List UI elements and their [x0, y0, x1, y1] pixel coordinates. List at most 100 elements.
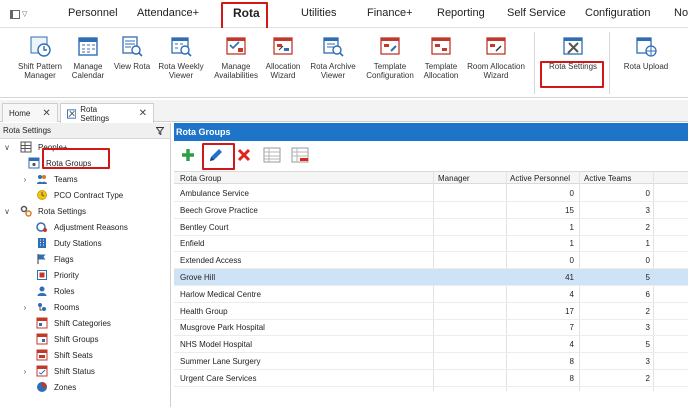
collapse-icon[interactable]: ∨	[2, 143, 12, 152]
tree-label: Rota Settings	[38, 206, 87, 216]
ribbon-label: Manage Availabilities	[214, 62, 258, 80]
rota-groups-icon	[28, 157, 40, 169]
view-rota-button[interactable]: View Rota	[112, 34, 152, 71]
tree-label: PCO Contract Type	[54, 190, 124, 200]
tree-label: Rooms	[54, 302, 80, 312]
table-row[interactable]: Urgent Care Services 8 2	[174, 370, 688, 387]
tree-node-roles[interactable]: Roles	[36, 283, 74, 299]
cell-active-teams: 3	[645, 205, 650, 215]
cell-rota-group: Bentley Court	[180, 222, 229, 232]
ribbon: Shift Pattern Manager Manage Calendar Vi…	[0, 28, 688, 98]
tree-node-shift-groups[interactable]: Shift Groups	[36, 331, 98, 347]
column-header-active-personnel[interactable]: Active Personnel	[510, 174, 570, 183]
menu-finance-plus[interactable]: Finance+	[367, 7, 413, 19]
ribbon-label: Rota Weekly Viewer	[158, 62, 204, 80]
close-icon[interactable]: ✕	[42, 108, 50, 119]
cell-active-personnel: 4	[569, 340, 574, 350]
remove-row-button[interactable]	[290, 145, 310, 165]
menu-attendance-plus[interactable]: Attendance+	[137, 7, 199, 19]
rota-weekly-viewer-button[interactable]: Rota Weekly Viewer	[155, 34, 207, 80]
delete-button[interactable]	[234, 145, 254, 165]
tree-node-shift-status[interactable]: › Shift Status	[20, 363, 95, 379]
tree-node-pco-contract-type[interactable]: PCO Contract Type	[36, 187, 123, 203]
roles-icon	[37, 286, 47, 296]
cell-rota-group: Urgent Care Services	[180, 373, 257, 383]
expand-icon[interactable]: ›	[20, 367, 30, 376]
cell-rota-group: Extended Access	[180, 256, 242, 266]
tree-label: Adjustment Reasons	[54, 222, 128, 232]
tree-node-shift-categories[interactable]: Shift Categories	[36, 315, 111, 331]
table-row[interactable]: Enfield 1 1	[174, 235, 688, 253]
template-configuration-button[interactable]: Template Configuration	[364, 34, 416, 80]
ribbon-separator	[534, 32, 535, 94]
table-row[interactable]: Musgrove Park Hospital 7 3	[174, 319, 688, 337]
column-header-active-teams[interactable]: Active Teams	[584, 174, 631, 183]
cell-rota-group: Ambulance Service	[180, 189, 249, 198]
table-row[interactable]: Ambulance Service 0 0	[174, 185, 688, 202]
menu-configuration[interactable]: Configuration	[585, 7, 650, 19]
dropdown-caret-icon[interactable]: ▽	[22, 10, 27, 18]
delete-x-icon	[237, 148, 251, 162]
close-icon[interactable]: ✕	[139, 108, 147, 119]
cell-active-teams: 3	[645, 323, 650, 333]
menu-notifications[interactable]: Not	[674, 7, 688, 19]
grid-options-button[interactable]	[262, 145, 282, 165]
filter-icon[interactable]	[156, 126, 164, 135]
table-row[interactable]: Bentley Court 1 2	[174, 219, 688, 236]
cell-active-teams: 6	[645, 289, 650, 299]
tree-node-adjustment-reasons[interactable]: Adjustment Reasons	[36, 219, 128, 235]
tab-home[interactable]: Home ✕	[2, 103, 58, 122]
tree-node-priority[interactable]: Priority	[36, 267, 79, 283]
cell-active-teams: 2	[645, 222, 650, 232]
expand-icon[interactable]: ›	[20, 175, 30, 184]
add-button[interactable]	[178, 145, 198, 165]
tree-node-teams[interactable]: › Teams	[20, 171, 78, 187]
rota-upload-button[interactable]: Rota Upload	[618, 34, 674, 71]
edit-button-highlight	[202, 143, 235, 170]
table-row[interactable]: Summer Lane Surgery 8 3	[174, 353, 688, 370]
tree-node-flags[interactable]: Flags	[36, 251, 74, 267]
cell-active-teams: 1	[645, 239, 650, 249]
tree-node-rooms[interactable]: › Rooms	[20, 299, 80, 315]
table-row[interactable]: Harlow Medical Centre 4 6	[174, 286, 688, 303]
tree-node-duty-stations[interactable]: Duty Stations	[36, 235, 102, 251]
plus-icon	[182, 149, 194, 161]
table-row[interactable]: Beech Grove Practice 15 3	[174, 202, 688, 219]
rota-groups-highlight	[42, 148, 110, 169]
menu-utilities[interactable]: Utilities	[301, 7, 336, 19]
rota-archive-viewer-button[interactable]: Rota Archive Viewer	[306, 34, 360, 80]
table-row[interactable]: Extended Access 0 0	[174, 252, 688, 270]
tree-label: Shift Categories	[54, 318, 111, 328]
cell-rota-group: NHS Model Hospital	[180, 340, 253, 350]
tree-node-shift-seats[interactable]: Shift Seats	[36, 347, 93, 363]
rota-menu-highlight	[221, 2, 268, 31]
expand-icon[interactable]: ›	[20, 303, 30, 312]
allocation-wizard-button[interactable]: Allocation Wizard	[263, 34, 303, 80]
ribbon-label: Template Allocation	[423, 62, 459, 80]
room-allocation-wizard-button[interactable]: Room Allocation Wizard	[464, 34, 528, 80]
tab-rota-settings[interactable]: Rota Settings ✕	[60, 103, 154, 123]
quick-access-toolbar[interactable]: ▽	[10, 8, 32, 20]
menu-personnel[interactable]: Personnel	[68, 7, 118, 19]
template-allocation-button[interactable]: Template Allocation	[421, 34, 461, 80]
manage-calendar-button[interactable]: Manage Calendar	[68, 34, 108, 80]
panel-toggle-icon[interactable]	[10, 9, 20, 19]
manage-availabilities-button[interactable]: Manage Availabilities	[210, 34, 262, 80]
column-header-manager[interactable]: Manager	[438, 174, 470, 183]
rota-settings-tab-icon	[67, 108, 77, 119]
column-header-rota-group[interactable]: Rota Group	[180, 174, 221, 183]
tree-node-zones[interactable]: Zones	[36, 379, 76, 395]
rota-settings-icon	[563, 37, 583, 55]
menu-reporting[interactable]: Reporting	[437, 7, 485, 19]
collapse-icon[interactable]: ∨	[2, 207, 12, 216]
cell-rota-group: Summer Lane Surgery	[180, 357, 261, 366]
cell-rota-group: Enfield	[180, 239, 205, 249]
table-row[interactable]: Health Group 17 2	[174, 303, 688, 320]
shift-categories-icon	[36, 317, 48, 329]
shift-pattern-manager-button[interactable]: Shift Pattern Manager	[12, 34, 68, 80]
calendar-icon	[78, 37, 98, 56]
menu-self-service[interactable]: Self Service	[507, 7, 566, 19]
table-row[interactable]: NHS Model Hospital 4 5	[174, 336, 688, 354]
table-row[interactable]: Grove Hill 41 5	[174, 269, 688, 286]
tree-node-rota-settings[interactable]: ∨ Rota Settings	[2, 203, 86, 219]
